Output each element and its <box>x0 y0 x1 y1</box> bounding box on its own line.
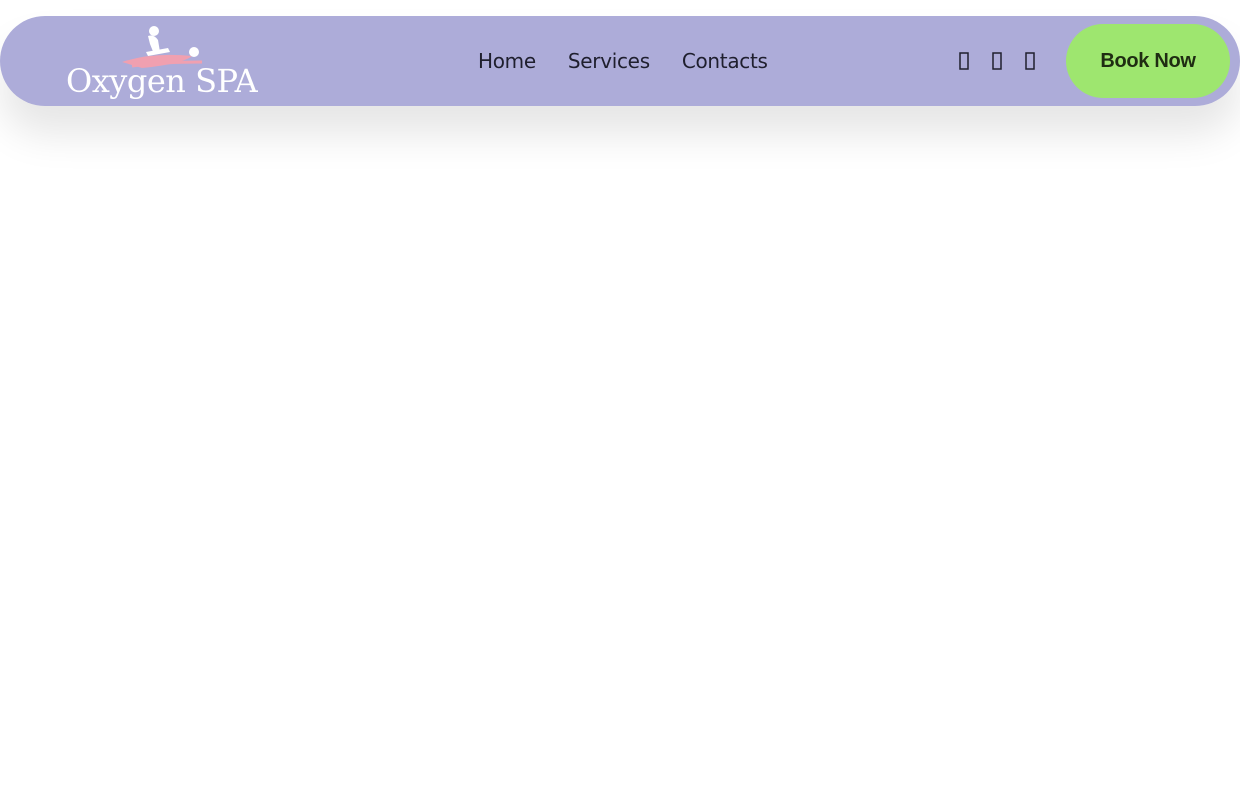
social-links <box>950 16 1049 106</box>
social-icon-2[interactable] <box>983 47 1011 75</box>
main-nav: Home Services Contacts <box>462 16 800 106</box>
social-icon-3[interactable] <box>1016 47 1044 75</box>
social-icon-1-glyph <box>959 52 969 70</box>
nav-services[interactable]: Services <box>568 16 650 106</box>
nav-home[interactable]: Home <box>478 16 536 106</box>
logo-link[interactable]: Oxygen SPA <box>62 22 258 102</box>
nav-contacts[interactable]: Contacts <box>682 16 768 106</box>
book-now-button[interactable]: Book Now <box>1066 24 1230 98</box>
page: Oxygen SPA Home Services Contacts Book N… <box>0 0 1240 800</box>
oxygen-spa-logo: Oxygen SPA <box>66 26 258 100</box>
navbar: Oxygen SPA Home Services Contacts Book N… <box>0 16 1240 106</box>
social-icon-1[interactable] <box>950 47 978 75</box>
social-icon-2-glyph <box>992 52 1002 70</box>
logo-text: Oxygen SPA <box>66 62 258 100</box>
main-content <box>0 106 1240 800</box>
social-icon-3-glyph <box>1025 52 1035 70</box>
